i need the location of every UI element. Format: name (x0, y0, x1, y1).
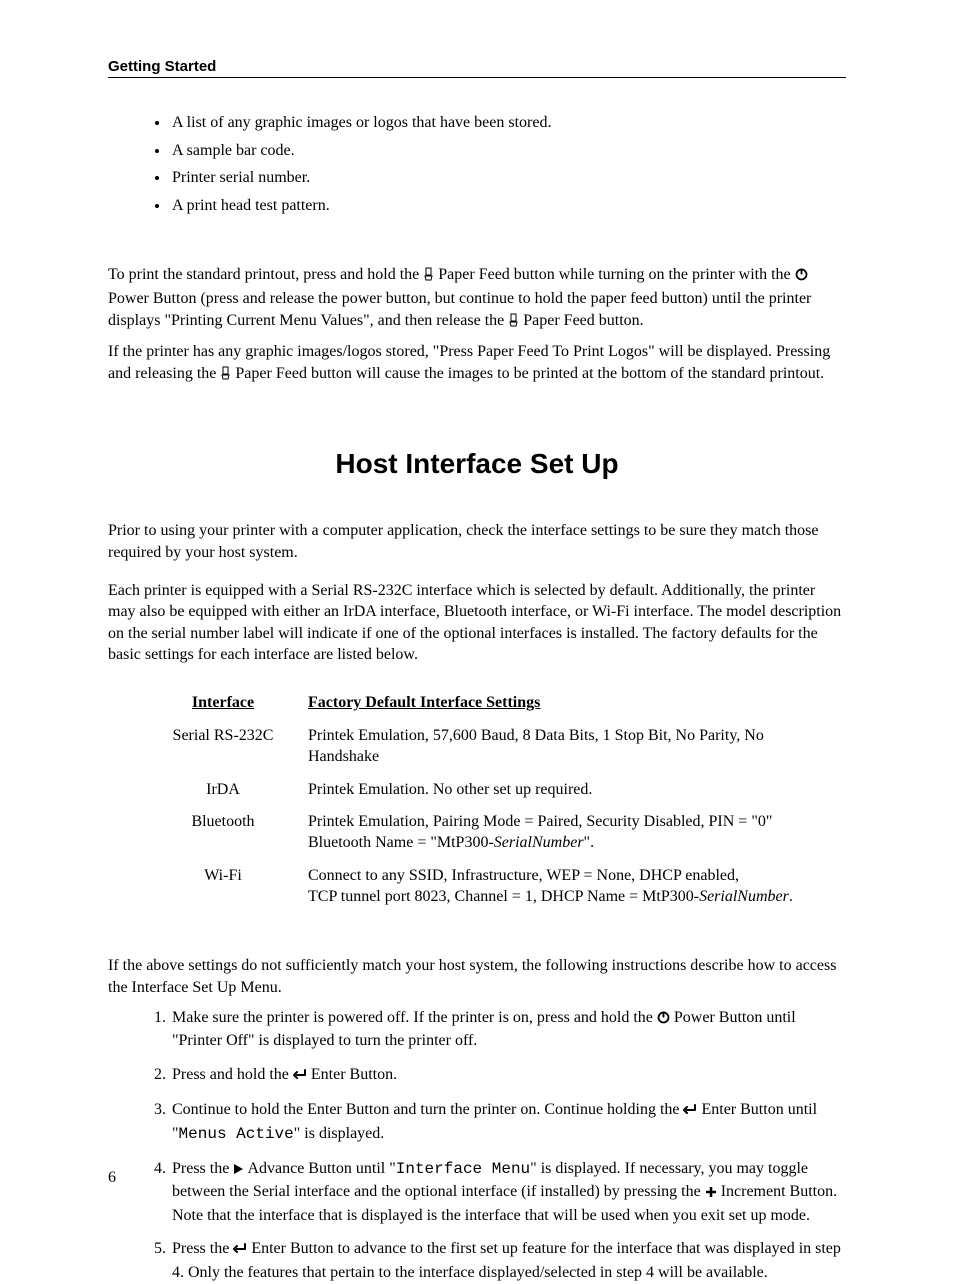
list-item: A list of any graphic images or logos th… (170, 112, 846, 134)
advance-icon (233, 1160, 244, 1182)
table-row: Bluetooth Printek Emulation, Pairing Mod… (148, 806, 838, 860)
paper-feed-icon (220, 365, 231, 387)
list-item: Press the Enter Button to advance to the… (170, 1238, 846, 1283)
paragraph: Each printer is equipped with a Serial R… (108, 580, 846, 666)
table-row: IrDA Printek Emulation. No other set up … (148, 774, 838, 807)
text: Make sure the printer is powered off. If… (172, 1009, 657, 1026)
text: Paper Feed button while turning on the p… (434, 266, 794, 283)
text: Continue to hold the Enter Button and tu… (172, 1101, 683, 1118)
document-page: Getting Started A list of any graphic im… (0, 0, 954, 1235)
list-item: Press the Advance Button until "Interfac… (170, 1158, 846, 1227)
text: Power Button (press and release the powe… (108, 290, 811, 329)
table-row: Wi-Fi Connect to any SSID, Infrastructur… (148, 860, 838, 914)
page-heading: Host Interface Set Up (108, 448, 846, 480)
paper-feed-icon (423, 266, 434, 288)
paragraph: If the printer has any graphic images/lo… (108, 341, 846, 386)
page-number: 6 (108, 1169, 116, 1187)
list-item: A print head test pattern. (170, 195, 846, 217)
interface-settings-table: Interface Factory Default Interface Sett… (148, 690, 838, 914)
text: Enter Button to advance to the first set… (172, 1240, 841, 1281)
list-item: Press and hold the Enter Button. (170, 1064, 846, 1088)
text: Enter Button. (307, 1066, 397, 1083)
text: " is displayed. (294, 1125, 385, 1142)
text: Press the (172, 1160, 233, 1177)
table-header-interface: Interface (148, 690, 298, 720)
cell-settings: Printek Emulation, Pairing Mode = Paired… (298, 806, 838, 860)
display-text: Interface Menu (396, 1160, 530, 1178)
list-item: Continue to hold the Enter Button and tu… (170, 1099, 846, 1145)
power-icon (795, 266, 808, 288)
table-row: Serial RS-232C Printek Emulation, 57,600… (148, 720, 838, 774)
display-text: Menus Active (179, 1125, 294, 1143)
text: Advance Button until " (244, 1160, 395, 1177)
text: Paper Feed button. (519, 312, 643, 329)
cell-interface: IrDA (148, 774, 298, 807)
table-header-defaults: Factory Default Interface Settings (298, 690, 838, 720)
cell-settings: Printek Emulation, 57,600 Baud, 8 Data B… (298, 720, 838, 774)
steps-list: Make sure the printer is powered off. If… (136, 1007, 846, 1284)
enter-icon (293, 1066, 307, 1088)
text: To print the standard printout, press an… (108, 266, 423, 283)
cell-interface: Wi-Fi (148, 860, 298, 914)
paragraph: Prior to using your printer with a compu… (108, 520, 846, 563)
cell-interface: Serial RS-232C (148, 720, 298, 774)
paper-feed-icon (508, 312, 519, 334)
bullet-list: A list of any graphic images or logos th… (170, 112, 846, 216)
text: Press and hold the (172, 1066, 293, 1083)
increment-icon (705, 1183, 717, 1205)
cell-settings: Connect to any SSID, Infrastructure, WEP… (298, 860, 838, 914)
list-item: Make sure the printer is powered off. If… (170, 1007, 846, 1052)
list-item: Printer serial number. (170, 167, 846, 189)
list-item: A sample bar code. (170, 140, 846, 162)
cell-settings: Printek Emulation. No other set up requi… (298, 774, 838, 807)
section-header: Getting Started (108, 58, 846, 78)
enter-icon (683, 1101, 697, 1123)
cell-interface: Bluetooth (148, 806, 298, 860)
power-icon (657, 1009, 670, 1031)
paragraph: To print the standard printout, press an… (108, 264, 846, 333)
text: Press the (172, 1240, 233, 1257)
text: Paper Feed button will cause the images … (231, 365, 824, 382)
enter-icon (233, 1240, 247, 1262)
paragraph: If the above settings do not sufficientl… (108, 955, 846, 998)
